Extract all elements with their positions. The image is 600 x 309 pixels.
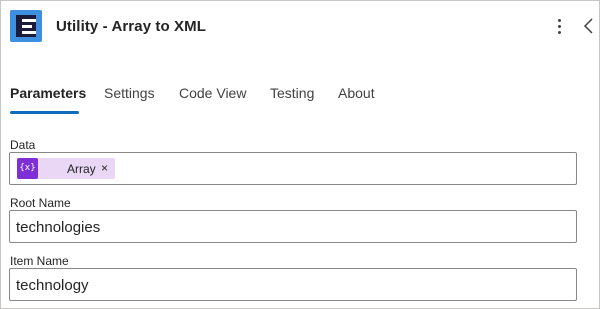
tab-code-view[interactable]: Code View [179,79,246,115]
page-title: Utility - Array to XML [56,18,206,35]
variable-icon: {x} [17,158,38,179]
tab-bar: Parameters Settings Code View Testing Ab… [1,79,599,119]
data-label: Data [10,138,36,152]
item-name-label: Item Name [10,254,69,268]
array-token[interactable]: {x} Array × [17,158,115,179]
item-name-value: technology [16,277,89,294]
active-tab-indicator [10,111,79,114]
tab-about[interactable]: About [338,79,375,115]
panel: Utility - Array to XML Parameters Settin… [0,0,600,309]
remove-token-icon[interactable]: × [101,161,108,175]
root-name-value: technologies [16,219,101,236]
tab-parameters[interactable]: Parameters [10,79,86,115]
tab-testing[interactable]: Testing [270,79,314,115]
root-name-label: Root Name [10,196,71,210]
chevron-left-icon[interactable] [582,15,596,37]
token-label: Array [67,162,96,176]
tab-settings[interactable]: Settings [104,79,155,115]
app-icon [10,10,42,42]
root-name-field[interactable]: technologies [9,210,577,243]
data-field[interactable]: {x} Array × [9,152,577,185]
panel-header: Utility - Array to XML [1,1,599,53]
more-options-icon[interactable] [552,15,568,37]
item-name-field[interactable]: technology [9,268,577,301]
